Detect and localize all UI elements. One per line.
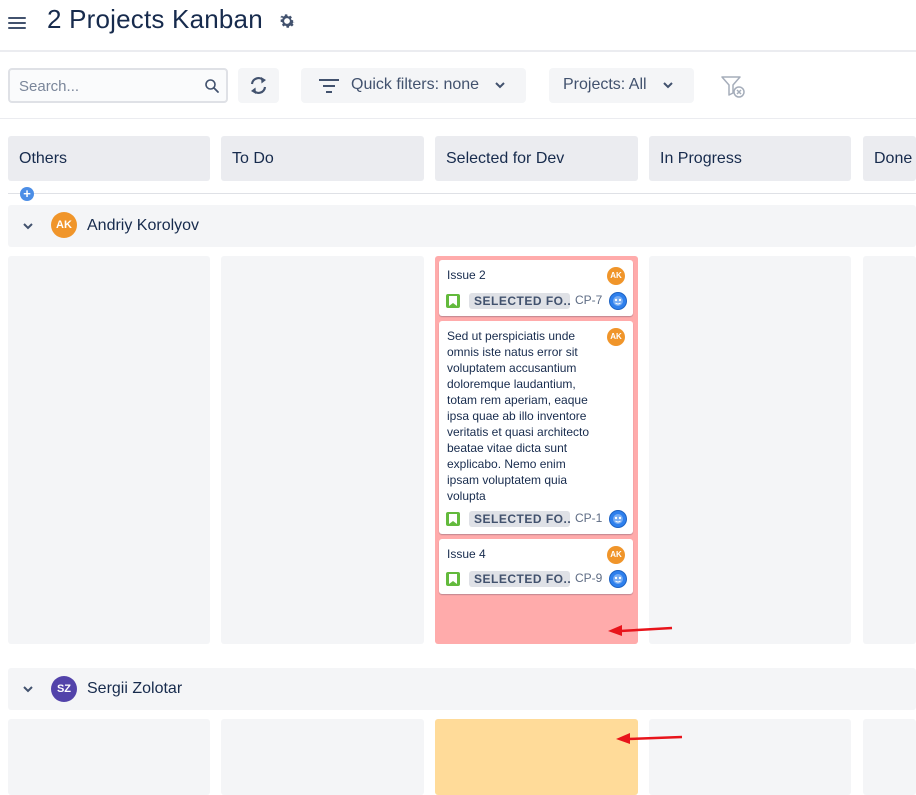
column-header-to-do[interactable]: To Do [221,136,424,181]
add-column-button[interactable]: + [20,187,34,201]
story-icon [446,572,460,586]
column-divider [8,193,916,194]
issue-card[interactable]: Issue 2 AK SELECTED FO... CP-7 [439,260,633,316]
clear-filter-icon[interactable] [720,75,746,99]
annotation-arrow [616,733,683,744]
avatar: AK [51,212,77,238]
priority-icon [609,510,627,528]
refresh-icon [250,77,267,94]
search-box[interactable] [8,68,228,103]
top-bar: 2 Projects Kanban [0,0,916,52]
projects-label: Projects: All [563,76,647,93]
card-summary: Issue 2 [447,268,486,282]
chevron-down-icon [495,82,505,89]
issue-card[interactable]: Sed ut perspiciatis unde omnis iste natu… [439,321,633,534]
column-header-others[interactable]: Others [8,136,210,181]
card-footer: SELECTED FO... CP-9 [445,570,627,588]
swimlane-cell-in-progress[interactable] [649,256,851,644]
projects-dropdown[interactable]: Projects: All [549,68,694,103]
card-footer: SELECTED FO... CP-1 [445,510,627,528]
swimlane-cell-others[interactable] [8,719,210,795]
swimlane-cell-to-do[interactable] [221,256,424,644]
swimlane-cell-done[interactable] [863,256,916,644]
avatar: SZ [51,676,77,702]
search-icon[interactable] [204,78,220,94]
swimlane-header-andriy-korolyov[interactable]: AK Andriy Korolyov [8,205,916,247]
story-icon [446,294,460,308]
quick-filters-dropdown[interactable]: Quick filters: none [301,68,526,103]
issue-card[interactable]: Issue 4 AK SELECTED FO... CP-9 [439,539,633,594]
refresh-button[interactable] [238,68,279,103]
swimlane-assignee-name: Sergii Zolotar [87,680,183,697]
swimlane-header-sergii-zolotar[interactable]: SZ Sergii Zolotar [8,668,916,710]
chevron-down-icon[interactable] [22,684,34,694]
priority-icon [609,292,627,310]
card-assignee-avatar: AK [607,546,625,564]
card-summary: Issue 4 [447,547,486,561]
column-header-done[interactable]: Done [863,136,916,181]
story-icon [446,512,460,526]
card-summary: Sed ut perspiciatis unde omnis iste natu… [447,329,590,503]
search-input[interactable] [19,76,199,96]
gear-icon[interactable] [277,11,297,31]
swimlane-cell-done[interactable] [863,719,916,795]
swimlane-assignee-name: Andriy Korolyov [87,217,200,234]
column-header-in-progress[interactable]: In Progress [649,136,851,181]
card-assignee-avatar: AK [607,267,625,285]
chevron-down-icon[interactable] [22,221,34,231]
filter-lines-icon [319,79,339,93]
status-lozenge: SELECTED FO... [469,571,570,587]
quick-filters-label: Quick filters: none [351,76,480,93]
priority-icon [609,570,627,588]
swimlane-cell-selected-for-dev-highlighted[interactable] [435,719,638,795]
card-assignee-avatar: AK [607,328,625,346]
chevron-down-icon [663,82,673,89]
page-title: 2 Projects Kanban [47,4,263,34]
annotation-arrow [608,625,673,636]
issue-key[interactable]: CP-1 [575,511,602,525]
issue-key[interactable]: CP-9 [575,571,602,585]
swimlane-cell-others[interactable] [8,256,210,644]
status-lozenge: SELECTED FO... [469,511,570,527]
hamburger-menu-icon[interactable] [8,14,26,32]
card-footer: SELECTED FO... CP-7 [445,292,627,310]
toolbar: Quick filters: none Projects: All [0,53,916,119]
swimlane-cell-to-do[interactable] [221,719,424,795]
column-header-selected-for-dev[interactable]: Selected for Dev [435,136,638,181]
status-lozenge: SELECTED FO... [469,293,570,309]
issue-key[interactable]: CP-7 [575,293,602,307]
